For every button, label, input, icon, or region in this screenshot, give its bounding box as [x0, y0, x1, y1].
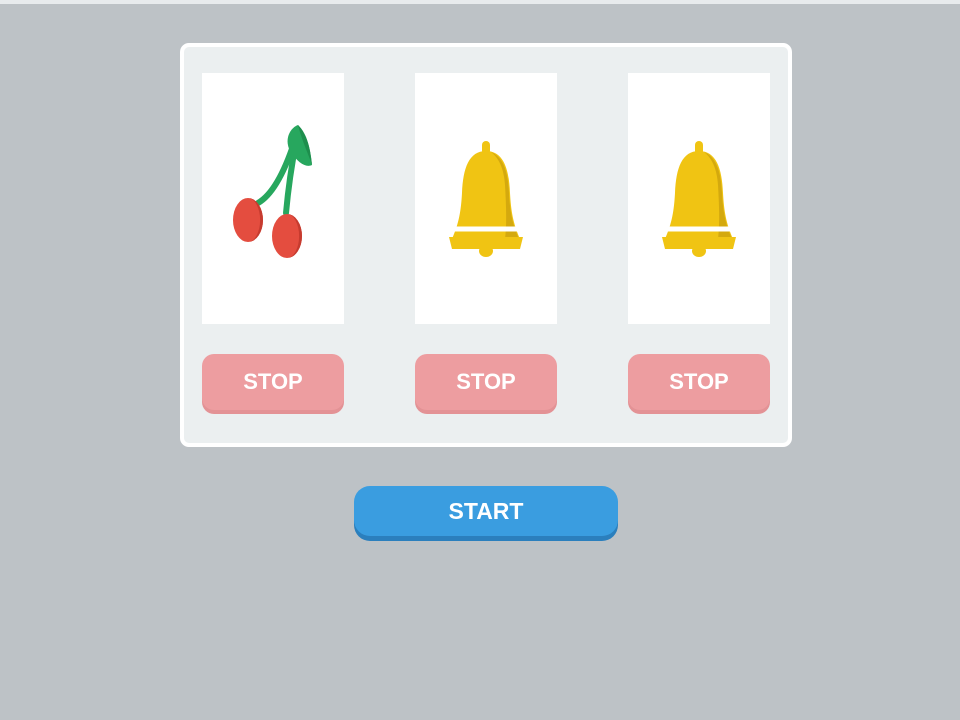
stop-button-reel-1[interactable]: STOP [202, 354, 344, 410]
slot-machine-panel: STOP STOP STOP [180, 43, 792, 447]
reel-3 [628, 73, 770, 324]
reel-1 [202, 73, 344, 324]
stop-button-reel-2[interactable]: STOP [415, 354, 557, 410]
cherry-icon [233, 125, 312, 258]
start-button[interactable]: START [354, 486, 618, 536]
bell-icon [662, 141, 736, 257]
bell-icon [449, 141, 523, 257]
reel-2 [415, 73, 557, 324]
top-strip [0, 0, 960, 4]
stop-button-reel-3[interactable]: STOP [628, 354, 770, 410]
